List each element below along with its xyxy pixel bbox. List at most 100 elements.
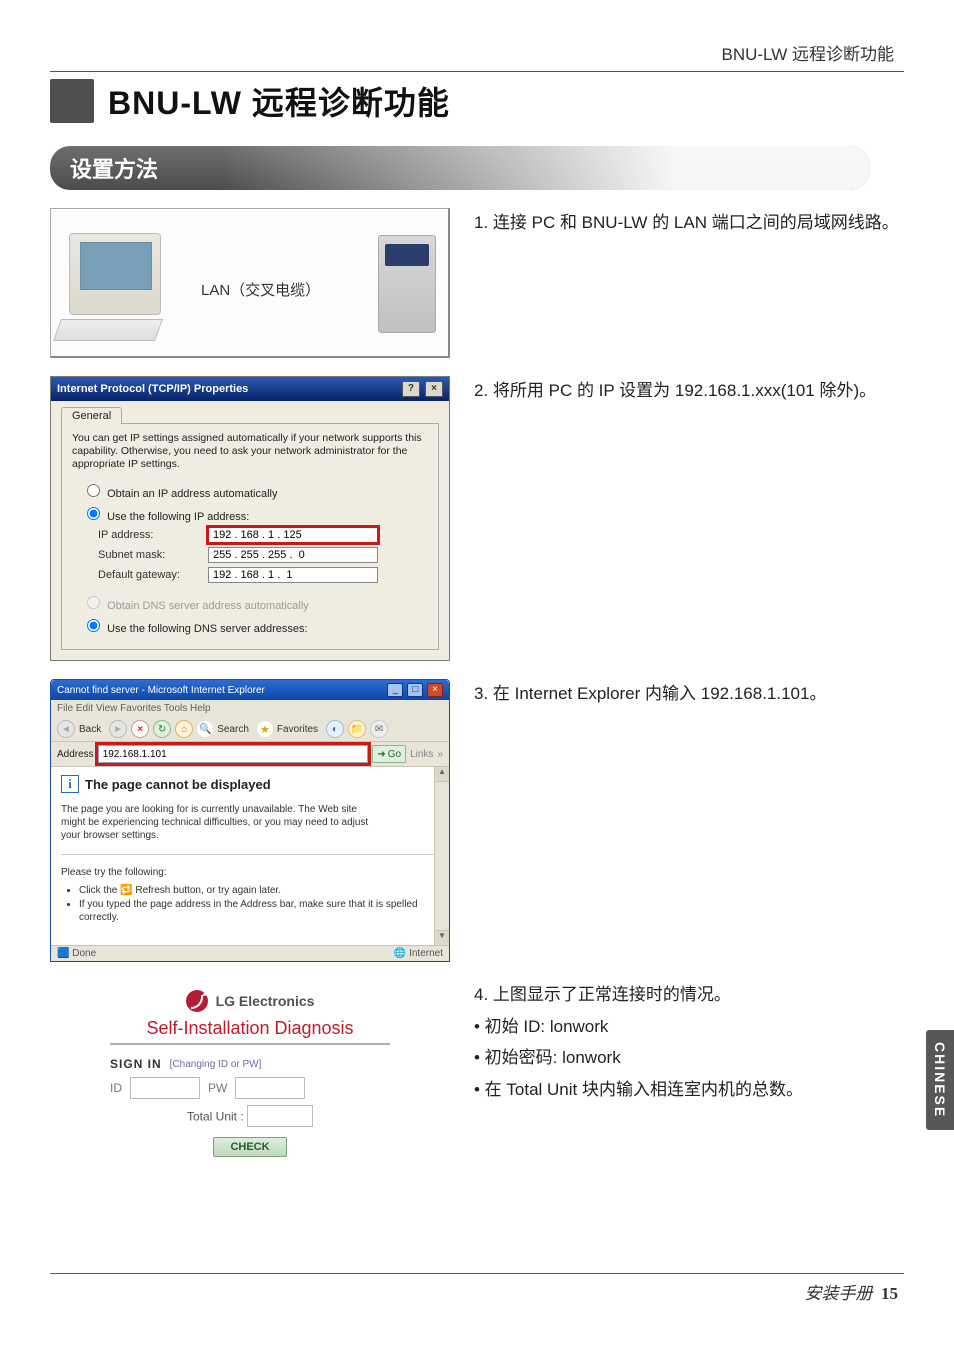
bullet-initial-id: • 初始 ID: lonwork bbox=[474, 1014, 904, 1040]
close-button[interactable]: × bbox=[425, 381, 443, 397]
history-icon[interactable]: 📁 bbox=[348, 720, 366, 738]
error-heading: The page cannot be displayed bbox=[85, 777, 271, 792]
ie-menu-bar[interactable]: File Edit View Favorites Tools Help bbox=[51, 700, 449, 717]
title-square-icon bbox=[50, 79, 94, 123]
language-tab: CHINESE bbox=[926, 1030, 954, 1130]
go-button[interactable]: ➜ Go bbox=[372, 745, 406, 763]
search-label: Search bbox=[217, 724, 249, 735]
address-input[interactable] bbox=[98, 745, 369, 763]
lg-face-icon bbox=[186, 990, 208, 1012]
bnu-lw-device-icon bbox=[378, 235, 436, 333]
back-button[interactable]: ◄ bbox=[57, 720, 75, 738]
favorites-label: Favorites bbox=[277, 724, 318, 735]
radio-use-following-dns[interactable] bbox=[87, 619, 100, 632]
try-heading: Please try the following: bbox=[61, 867, 439, 878]
radio-obtain-dns-auto bbox=[87, 596, 100, 609]
scrollbar[interactable] bbox=[434, 767, 449, 945]
divider bbox=[110, 1043, 390, 1045]
signin-label: SIGN IN bbox=[110, 1057, 162, 1071]
footer-label: 安装手册 bbox=[805, 1284, 873, 1303]
radio-use-following-dns-label: Use the following DNS server addresses: bbox=[107, 623, 308, 635]
section-heading: 设置方法 bbox=[50, 146, 870, 190]
ie-toolbar: ◄ Back ► × ↻ ⌂ 🔍 Search ★ Favorites ◐ 📁 … bbox=[51, 717, 449, 742]
dialog-titlebar: Internet Protocol (TCP/IP) Properties ? … bbox=[51, 377, 449, 401]
help-button[interactable]: ? bbox=[402, 381, 420, 397]
page-title: BNU-LW 远程诊断功能 bbox=[108, 78, 450, 124]
id-input[interactable] bbox=[130, 1077, 200, 1099]
ie-title-text: Cannot find server - Microsoft Internet … bbox=[57, 685, 265, 696]
footer-rule bbox=[50, 1273, 904, 1274]
status-done: 🟦 Done bbox=[57, 948, 96, 959]
back-label: Back bbox=[79, 724, 101, 735]
header-rule bbox=[50, 71, 904, 72]
footer: 安装手册 15 bbox=[805, 1279, 899, 1304]
radio-obtain-ip-auto-label: Obtain an IP address automatically bbox=[107, 488, 277, 500]
radio-obtain-dns-auto-label: Obtain DNS server address automatically bbox=[107, 600, 309, 612]
ip-address-label: IP address: bbox=[98, 529, 208, 541]
ie-address-bar: Address ➜ Go Links » bbox=[51, 742, 449, 767]
step-4-text: 4. 上图显示了正常连接时的情况。 bbox=[474, 982, 904, 1008]
title-row: BNU-LW 远程诊断功能 bbox=[50, 78, 904, 124]
pw-label: PW bbox=[208, 1081, 227, 1095]
maximize-button[interactable]: □ bbox=[407, 683, 423, 697]
lan-cable-label: LAN（交叉电缆） bbox=[201, 279, 320, 300]
tcpip-dialog: Internet Protocol (TCP/IP) Properties ? … bbox=[50, 376, 450, 661]
subnet-mask-label: Subnet mask: bbox=[98, 549, 208, 561]
status-zone: 🌐 Internet bbox=[394, 948, 443, 959]
media-icon[interactable]: ◐ bbox=[326, 720, 344, 738]
step-4: LG Electronics Self-Installation Diagnos… bbox=[50, 980, 904, 1175]
go-label: Go bbox=[388, 749, 401, 760]
bullet-total-unit: • 在 Total Unit 块内输入相连室内机的总数。 bbox=[474, 1077, 904, 1103]
error-body-1: The page you are looking for is currentl… bbox=[61, 803, 381, 842]
home-button[interactable]: ⌂ bbox=[175, 720, 193, 738]
favorites-icon[interactable]: ★ bbox=[257, 721, 273, 737]
ie-window: Cannot find server - Microsoft Internet … bbox=[50, 679, 450, 962]
signin-panel: LG Electronics Self-Installation Diagnos… bbox=[50, 980, 450, 1175]
ie-status-bar: 🟦 Done 🌐 Internet bbox=[51, 945, 449, 961]
step-1: LAN（交叉电缆） 1. 连接 PC 和 BNU-LW 的 LAN 端口之间的局… bbox=[50, 208, 904, 358]
ip-address-input[interactable] bbox=[208, 527, 378, 543]
address-label: Address bbox=[57, 749, 94, 760]
pre-header: BNU-LW 远程诊断功能 bbox=[50, 40, 904, 71]
radio-use-following-ip[interactable] bbox=[87, 507, 100, 520]
close-button[interactable]: × bbox=[427, 683, 443, 697]
check-button[interactable]: CHECK bbox=[213, 1137, 286, 1157]
refresh-button[interactable]: ↻ bbox=[153, 720, 171, 738]
links-label[interactable]: Links bbox=[410, 749, 433, 760]
tab-general[interactable]: General bbox=[61, 407, 122, 424]
step-2: Internet Protocol (TCP/IP) Properties ? … bbox=[50, 376, 904, 661]
links-chevron-icon[interactable]: » bbox=[437, 749, 443, 760]
total-unit-input[interactable] bbox=[247, 1105, 313, 1127]
lg-brand-label: LG Electronics bbox=[216, 993, 315, 1009]
status-done-label: Done bbox=[72, 948, 96, 959]
forward-button[interactable]: ► bbox=[109, 720, 127, 738]
lg-logo: LG Electronics bbox=[110, 990, 390, 1012]
subnet-mask-input[interactable] bbox=[208, 547, 378, 563]
mail-icon[interactable]: ✉ bbox=[370, 720, 388, 738]
step-2-text: 2. 将所用 PC 的 IP 设置为 192.168.1.xxx(101 除外)… bbox=[474, 376, 904, 404]
id-label: ID bbox=[110, 1081, 122, 1095]
radio-use-following-ip-label: Use the following IP address: bbox=[107, 511, 249, 523]
search-icon[interactable]: 🔍 bbox=[197, 721, 213, 737]
radio-obtain-ip-auto[interactable] bbox=[87, 484, 100, 497]
dialog-description: You can get IP settings assigned automat… bbox=[72, 432, 428, 471]
pc-icon bbox=[69, 233, 161, 315]
page-number: 15 bbox=[881, 1284, 898, 1303]
default-gateway-input[interactable] bbox=[208, 567, 378, 583]
suggestion-spelling: If you typed the page address in the Add… bbox=[79, 898, 439, 925]
change-id-pw-link[interactable]: [Changing ID or PW] bbox=[170, 1059, 262, 1070]
bullet-initial-pw: • 初始密码: lonwork bbox=[474, 1045, 904, 1071]
step-3-text: 3. 在 Internet Explorer 内输入 192.168.1.101… bbox=[474, 679, 904, 707]
keyboard-icon bbox=[53, 319, 163, 341]
total-unit-label: Total Unit : bbox=[187, 1110, 244, 1124]
section-heading-label: 设置方法 bbox=[70, 157, 158, 182]
minimize-button[interactable]: _ bbox=[387, 683, 403, 697]
dialog-title-text: Internet Protocol (TCP/IP) Properties bbox=[57, 383, 248, 395]
stop-button[interactable]: × bbox=[131, 720, 149, 738]
pw-input[interactable] bbox=[235, 1077, 305, 1099]
ie-titlebar: Cannot find server - Microsoft Internet … bbox=[51, 680, 449, 700]
lan-diagram: LAN（交叉电缆） bbox=[50, 208, 450, 358]
suggestion-refresh: Click the 🔁 Refresh button, or try again… bbox=[79, 884, 439, 898]
signin-subtitle: Self-Installation Diagnosis bbox=[110, 1018, 390, 1039]
step-1-text: 1. 连接 PC 和 BNU-LW 的 LAN 端口之间的局域网线路。 bbox=[474, 208, 904, 236]
